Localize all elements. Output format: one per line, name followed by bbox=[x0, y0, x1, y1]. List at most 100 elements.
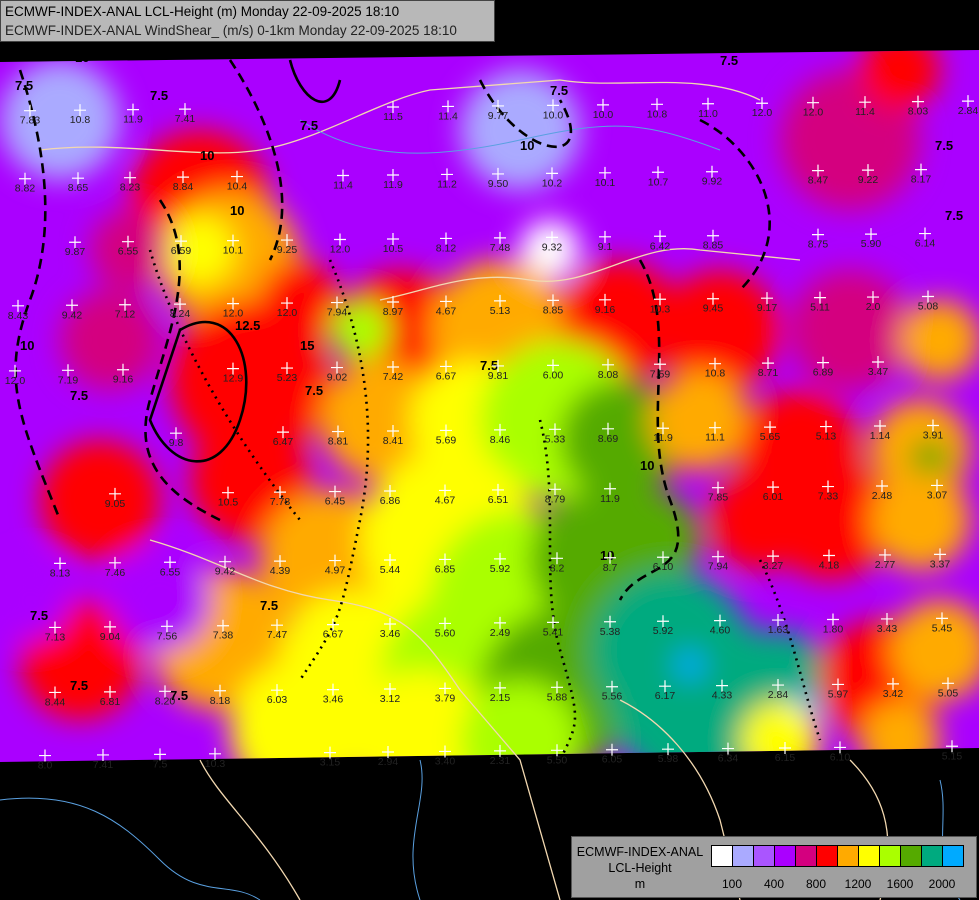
station-value: 8.20 bbox=[155, 695, 176, 707]
station-value: 9.25 bbox=[277, 244, 298, 256]
station-value: 7.83 bbox=[20, 115, 41, 127]
station-value: 12.0 bbox=[330, 244, 351, 256]
station-value: 8.46 bbox=[490, 434, 511, 446]
station-value: 6.03 bbox=[267, 694, 288, 706]
station-value: 7.13 bbox=[45, 631, 66, 643]
station-value: 7.41 bbox=[175, 113, 196, 125]
station-value: 11.5 bbox=[383, 111, 403, 123]
contour-label: 10 bbox=[640, 458, 654, 473]
legend-tick: 400 bbox=[763, 877, 785, 891]
legend-swatch bbox=[901, 846, 922, 866]
station-value: 2.49 bbox=[490, 627, 511, 639]
station-value: 8.79 bbox=[545, 493, 566, 505]
station-value: 11.2 bbox=[437, 178, 457, 190]
station-value: 5.08 bbox=[918, 301, 939, 313]
legend-tick: 800 bbox=[805, 877, 827, 891]
legend-swatch bbox=[733, 846, 754, 866]
station-value: 10.0 bbox=[543, 109, 564, 121]
station-value: 7.78 bbox=[270, 496, 291, 508]
legend-unit: m bbox=[634, 877, 646, 891]
station-value: 8.7 bbox=[603, 562, 618, 574]
station-value: 9.22 bbox=[858, 174, 879, 186]
station-value: 7.56 bbox=[157, 630, 178, 642]
contour-label: 10 bbox=[520, 138, 534, 153]
station-value: 5.44 bbox=[380, 564, 401, 576]
station-value: 4.60 bbox=[710, 625, 731, 637]
station-value: 2.84 bbox=[768, 689, 789, 701]
legend-swatch bbox=[859, 846, 880, 866]
contour-label: 12.5 bbox=[235, 318, 260, 333]
contour-label: 7.5 bbox=[70, 678, 88, 693]
station-value: 5.38 bbox=[600, 626, 621, 638]
station-value: 7.94 bbox=[708, 561, 729, 573]
station-value: 4.39 bbox=[270, 565, 291, 577]
station-value: 12.0 bbox=[752, 107, 773, 119]
lcl-color-patch bbox=[675, 650, 705, 680]
station-value: 4.33 bbox=[712, 690, 733, 702]
station-value: 5.41 bbox=[543, 626, 564, 638]
station-value: 5.45 bbox=[932, 622, 953, 634]
contour-label: 7.5 bbox=[945, 208, 963, 223]
station-value: 6.55 bbox=[118, 246, 139, 258]
station-value: 2.0 bbox=[866, 301, 881, 313]
station-value: 8.69 bbox=[598, 433, 619, 445]
station-value: 3.15 bbox=[320, 757, 341, 769]
station-value: 7.48 bbox=[490, 242, 511, 254]
station-value: 5.13 bbox=[816, 431, 837, 443]
contour-label: 7.5 bbox=[260, 598, 278, 613]
station-value: 6.81 bbox=[100, 696, 121, 708]
legend-swatch bbox=[712, 846, 733, 866]
contour-label: 10 bbox=[600, 548, 614, 563]
legend-color-bar bbox=[711, 845, 964, 867]
contour-label: 7.5 bbox=[70, 388, 88, 403]
title-line-windshear: ECMWF-INDEX-ANAL WindShear_ (m/s) 0-1km … bbox=[5, 23, 457, 38]
station-value: 9.16 bbox=[595, 304, 616, 316]
station-value: 12.0 bbox=[803, 107, 824, 119]
station-value: 5.92 bbox=[653, 625, 674, 637]
legend-swatch bbox=[880, 846, 901, 866]
station-value: 5.56 bbox=[602, 691, 623, 703]
station-value: 8.23 bbox=[120, 182, 141, 194]
station-value: 6.51 bbox=[488, 494, 509, 506]
station-value: 10.7 bbox=[648, 176, 669, 188]
station-value: 7.42 bbox=[383, 371, 404, 383]
station-value: 8.17 bbox=[911, 174, 932, 186]
station-value: 5.05 bbox=[938, 687, 959, 699]
station-value: 9.81 bbox=[488, 370, 509, 382]
station-value: 11.4 bbox=[438, 110, 458, 122]
station-value: 5.60 bbox=[435, 627, 456, 639]
station-value: 11.1 bbox=[705, 432, 725, 444]
map-title: ECMWF-INDEX-ANAL LCL-Height (m) Monday 2… bbox=[0, 0, 495, 42]
station-value: 7.38 bbox=[213, 630, 234, 642]
station-value: 4.97 bbox=[325, 565, 346, 577]
station-value: 8.12 bbox=[436, 242, 457, 254]
station-value: 8.08 bbox=[598, 369, 619, 381]
station-value: 11.0 bbox=[698, 108, 718, 120]
station-value: 11.9 bbox=[653, 432, 673, 444]
station-value: 11.4 bbox=[855, 106, 875, 118]
station-value: 6.47 bbox=[273, 436, 294, 448]
legend-tick: 1600 bbox=[886, 877, 914, 891]
station-value: 8.85 bbox=[543, 304, 564, 316]
station-value: 3.47 bbox=[868, 366, 889, 378]
station-value: 6.01 bbox=[763, 491, 784, 503]
station-value: 10.1 bbox=[595, 177, 616, 189]
lcl-height-map: 7.5 10 7.5 10 10 7.5 10 7.5 7.5 7.5 7.5 12.5 15 7.5 10… bbox=[0, 50, 979, 900]
station-value: 10.5 bbox=[218, 497, 239, 509]
legend-parameter: LCL-Height bbox=[608, 861, 672, 875]
station-value: 7.12 bbox=[115, 309, 136, 321]
lcl-color-patch bbox=[860, 50, 940, 110]
station-value: 7.41 bbox=[93, 759, 114, 771]
station-value: 6.42 bbox=[650, 240, 671, 252]
station-value: 6.34 bbox=[718, 753, 739, 765]
station-value: 8.44 bbox=[45, 696, 66, 708]
station-value: 5.13 bbox=[490, 305, 511, 317]
station-value: 3.79 bbox=[435, 692, 456, 704]
station-value: 7.85 bbox=[708, 492, 729, 504]
lcl-color-patch bbox=[650, 370, 750, 470]
station-value: 8.13 bbox=[50, 567, 71, 579]
station-value: 1.80 bbox=[823, 623, 844, 635]
station-value: 5.90 bbox=[861, 238, 882, 250]
map-view: 7.5 10 7.5 10 10 7.5 10 7.5 7.5 7.5 7.5 12.5 15 7.5 10… bbox=[0, 0, 979, 900]
station-value: 10.5 bbox=[383, 243, 404, 255]
